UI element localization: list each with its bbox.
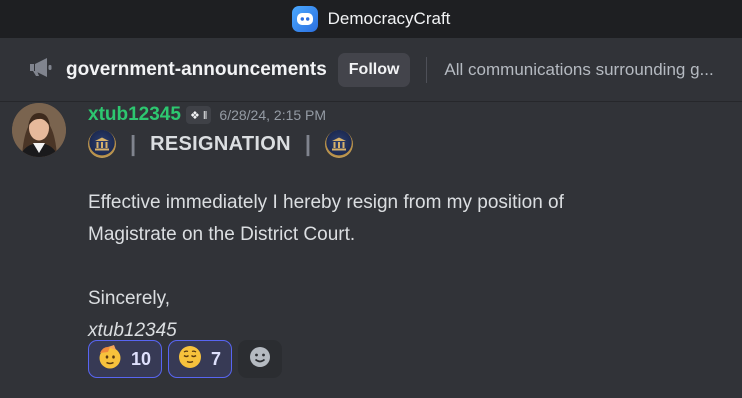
user-avatar[interactable] bbox=[12, 103, 66, 157]
body-line: Magistrate on the District Court. bbox=[88, 224, 356, 245]
follow-button[interactable]: Follow bbox=[337, 52, 411, 87]
header-divider bbox=[426, 56, 428, 83]
timestamp: 6/28/24, 2:15 PM bbox=[219, 107, 327, 123]
channel-topic[interactable]: All communications surrounding g... bbox=[444, 60, 713, 80]
reaction-relieved[interactable]: 7 bbox=[168, 340, 233, 378]
relieved-face-emoji bbox=[177, 344, 203, 375]
window-titlebar: DemocracyCraft bbox=[0, 0, 742, 38]
discord-app-icon bbox=[291, 6, 318, 32]
reaction-saluting[interactable]: 10 bbox=[88, 340, 163, 378]
announcement-heading: | RESIGNATION | bbox=[88, 129, 354, 159]
user-tag[interactable]: ❖ ‖ bbox=[185, 106, 212, 124]
body-line: Effective immediately I hereby resign fr… bbox=[88, 192, 564, 213]
announcement-megaphone-icon bbox=[28, 56, 54, 83]
saluting-face-emoji bbox=[97, 344, 123, 375]
heading-pipe-left: | bbox=[130, 131, 137, 156]
app-title: DemocracyCraft bbox=[327, 9, 451, 28]
username[interactable]: xtub12345 bbox=[88, 104, 181, 126]
heading-pipe-right: | bbox=[304, 131, 312, 156]
add-reaction-button[interactable] bbox=[238, 340, 283, 378]
body-line: Sincerely, bbox=[88, 288, 171, 309]
message-body: Effective immediately I hereby resign fr… bbox=[88, 187, 564, 347]
reaction-count: 7 bbox=[211, 348, 222, 369]
message-header: xtub12345 ❖ ‖ 6/28/24, 2:15 PM bbox=[88, 104, 326, 126]
heading-title: RESIGNATION bbox=[150, 132, 291, 155]
reactions-bar: 10 7 bbox=[88, 340, 283, 378]
channel-name[interactable]: government-announcements bbox=[66, 59, 327, 81]
court-seal-emoji bbox=[88, 130, 116, 158]
reaction-count: 10 bbox=[131, 348, 152, 369]
add-reaction-icon bbox=[248, 345, 272, 374]
court-seal-emoji bbox=[325, 130, 354, 158]
channel-header: government-announcements Follow All comm… bbox=[0, 38, 742, 102]
